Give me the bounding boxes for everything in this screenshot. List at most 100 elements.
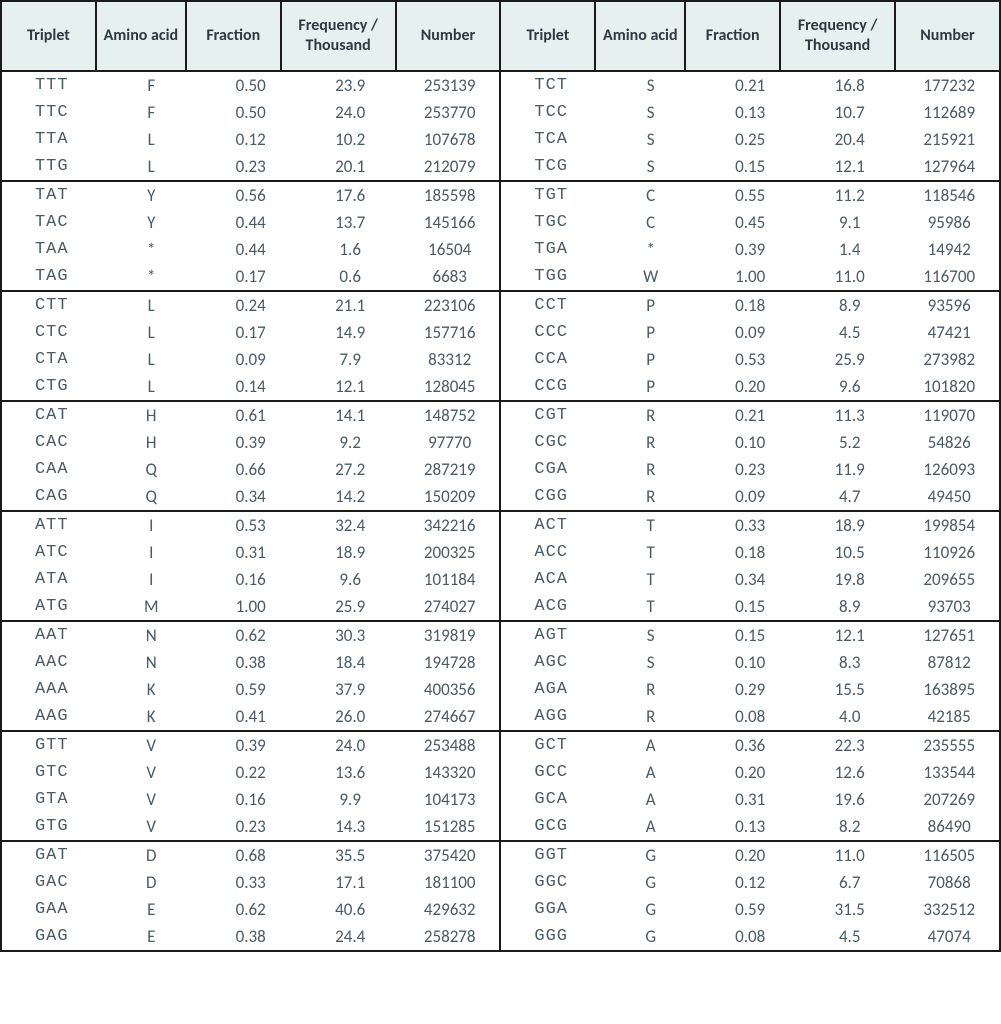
cell-number: 194728 <box>400 649 500 676</box>
cell-freq: 14.9 <box>300 319 399 346</box>
cell-amino: G <box>601 869 701 896</box>
cell-freq: 8.9 <box>800 292 900 319</box>
cell-triplet: AAT <box>2 622 101 649</box>
codon-block: TATY0.5617.6185598TACY0.4413.7145166TAA*… <box>1 181 500 291</box>
cell-amino: R <box>601 483 701 510</box>
table-row: GTAV0.169.9104173 <box>2 786 499 813</box>
cell-fraction: 1.00 <box>201 593 300 620</box>
cell-freq: 20.4 <box>800 126 900 153</box>
cell-fraction: 0.59 <box>700 896 800 923</box>
cell-fraction: 0.23 <box>700 456 800 483</box>
table-row: ATTI0.5332.4342216 <box>2 512 499 539</box>
cell-number: 429632 <box>400 896 500 923</box>
cell-triplet: AGG <box>501 703 601 730</box>
cell-fraction: 0.17 <box>201 263 300 290</box>
cell-fraction: 0.41 <box>201 703 300 730</box>
table-row: CGCR0.105.254826 <box>501 429 999 456</box>
cell-number: 375420 <box>400 842 500 869</box>
cell-fraction: 0.44 <box>201 209 300 236</box>
cell-triplet: CGT <box>501 402 601 429</box>
cell-amino: * <box>601 236 701 263</box>
table-row: CGGR0.094.749450 <box>501 483 999 510</box>
cell-fraction: 0.09 <box>700 319 800 346</box>
cell-triplet: TTC <box>2 99 101 126</box>
cell-fraction: 0.16 <box>201 786 300 813</box>
table-row: GTCV0.2213.6143320 <box>2 759 499 786</box>
cell-freq: 4.5 <box>800 319 900 346</box>
cell-triplet: GGC <box>501 869 601 896</box>
cell-amino: S <box>601 153 701 180</box>
cell-number: 128045 <box>400 373 500 400</box>
cell-number: 177232 <box>899 72 999 99</box>
cell-freq: 11.9 <box>800 456 900 483</box>
cell-triplet: ACA <box>501 566 601 593</box>
cell-triplet: GGG <box>501 923 601 950</box>
cell-triplet: GCT <box>501 732 601 759</box>
cell-fraction: 0.59 <box>201 676 300 703</box>
cell-number: 199854 <box>899 512 999 539</box>
cell-fraction: 1.00 <box>700 263 800 290</box>
cell-triplet: GTG <box>2 813 101 840</box>
cell-number: 181100 <box>400 869 500 896</box>
cell-freq: 35.5 <box>300 842 399 869</box>
cell-number: 150209 <box>400 483 500 510</box>
cell-freq: 9.2 <box>300 429 399 456</box>
cell-freq: 10.7 <box>800 99 900 126</box>
cell-amino: Y <box>101 209 200 236</box>
cell-fraction: 0.10 <box>700 429 800 456</box>
table-row: CTGL0.1412.1128045 <box>2 373 499 400</box>
table-row: CCAP0.5325.9273982 <box>501 346 999 373</box>
table-row: GCCA0.2012.6133544 <box>501 759 999 786</box>
cell-triplet: GCG <box>501 813 601 840</box>
codon-block: CCTP0.188.993596CCCP0.094.547421CCAP0.53… <box>500 291 1000 401</box>
codon-block: GATD0.6835.5375420GACD0.3317.1181100GAAE… <box>1 841 500 951</box>
cell-freq: 40.6 <box>300 896 399 923</box>
cell-fraction: 0.23 <box>201 813 300 840</box>
cell-number: 47421 <box>899 319 999 346</box>
cell-amino: R <box>601 429 701 456</box>
cell-amino: P <box>601 373 701 400</box>
cell-amino: R <box>601 402 701 429</box>
cell-number: 253770 <box>400 99 500 126</box>
codon-block: CATH0.6114.1148752CACH0.399.297770CAAQ0.… <box>1 401 500 511</box>
cell-amino: S <box>601 72 701 99</box>
cell-freq: 12.6 <box>800 759 900 786</box>
cell-number: 212079 <box>400 153 500 180</box>
cell-amino: P <box>601 292 701 319</box>
cell-triplet: TCC <box>501 99 601 126</box>
cell-freq: 14.2 <box>300 483 399 510</box>
cell-amino: A <box>601 732 701 759</box>
cell-number: 116700 <box>899 263 999 290</box>
table-row: TATY0.5617.6185598 <box>2 182 499 209</box>
cell-fraction: 0.09 <box>201 346 300 373</box>
codon-block: AGTS0.1512.1127651AGCS0.108.387812AGAR0.… <box>500 621 1000 731</box>
cell-amino: V <box>101 786 200 813</box>
codon-block: TGTC0.5511.2118546TGCC0.459.195986TGA*0.… <box>500 181 1000 291</box>
codon-block: GCTA0.3622.3235555GCCA0.2012.6133544GCAA… <box>500 731 1000 841</box>
cell-fraction: 0.38 <box>201 923 300 950</box>
table-row: ATGM1.0025.9274027 <box>2 593 499 620</box>
cell-fraction: 0.29 <box>700 676 800 703</box>
cell-fraction: 0.18 <box>700 539 800 566</box>
cell-amino: S <box>601 99 701 126</box>
table-row: CTCL0.1714.9157716 <box>2 319 499 346</box>
cell-triplet: GAC <box>2 869 101 896</box>
cell-number: 101184 <box>400 566 500 593</box>
cell-amino: T <box>601 539 701 566</box>
cell-fraction: 0.24 <box>201 292 300 319</box>
cell-freq: 8.2 <box>800 813 900 840</box>
table-row: CATH0.6114.1148752 <box>2 402 499 429</box>
cell-triplet: TTT <box>2 72 101 99</box>
cell-number: 126093 <box>899 456 999 483</box>
cell-amino: I <box>101 539 200 566</box>
cell-freq: 5.2 <box>800 429 900 456</box>
cell-freq: 6.7 <box>800 869 900 896</box>
cell-fraction: 0.36 <box>700 732 800 759</box>
cell-fraction: 0.12 <box>201 126 300 153</box>
table-row: GTGV0.2314.3151285 <box>2 813 499 840</box>
table-row: TCTS0.2116.8177232 <box>501 72 999 99</box>
cell-fraction: 0.15 <box>700 153 800 180</box>
cell-triplet: ACG <box>501 593 601 620</box>
cell-freq: 18.9 <box>800 512 900 539</box>
cell-triplet: TGG <box>501 263 601 290</box>
